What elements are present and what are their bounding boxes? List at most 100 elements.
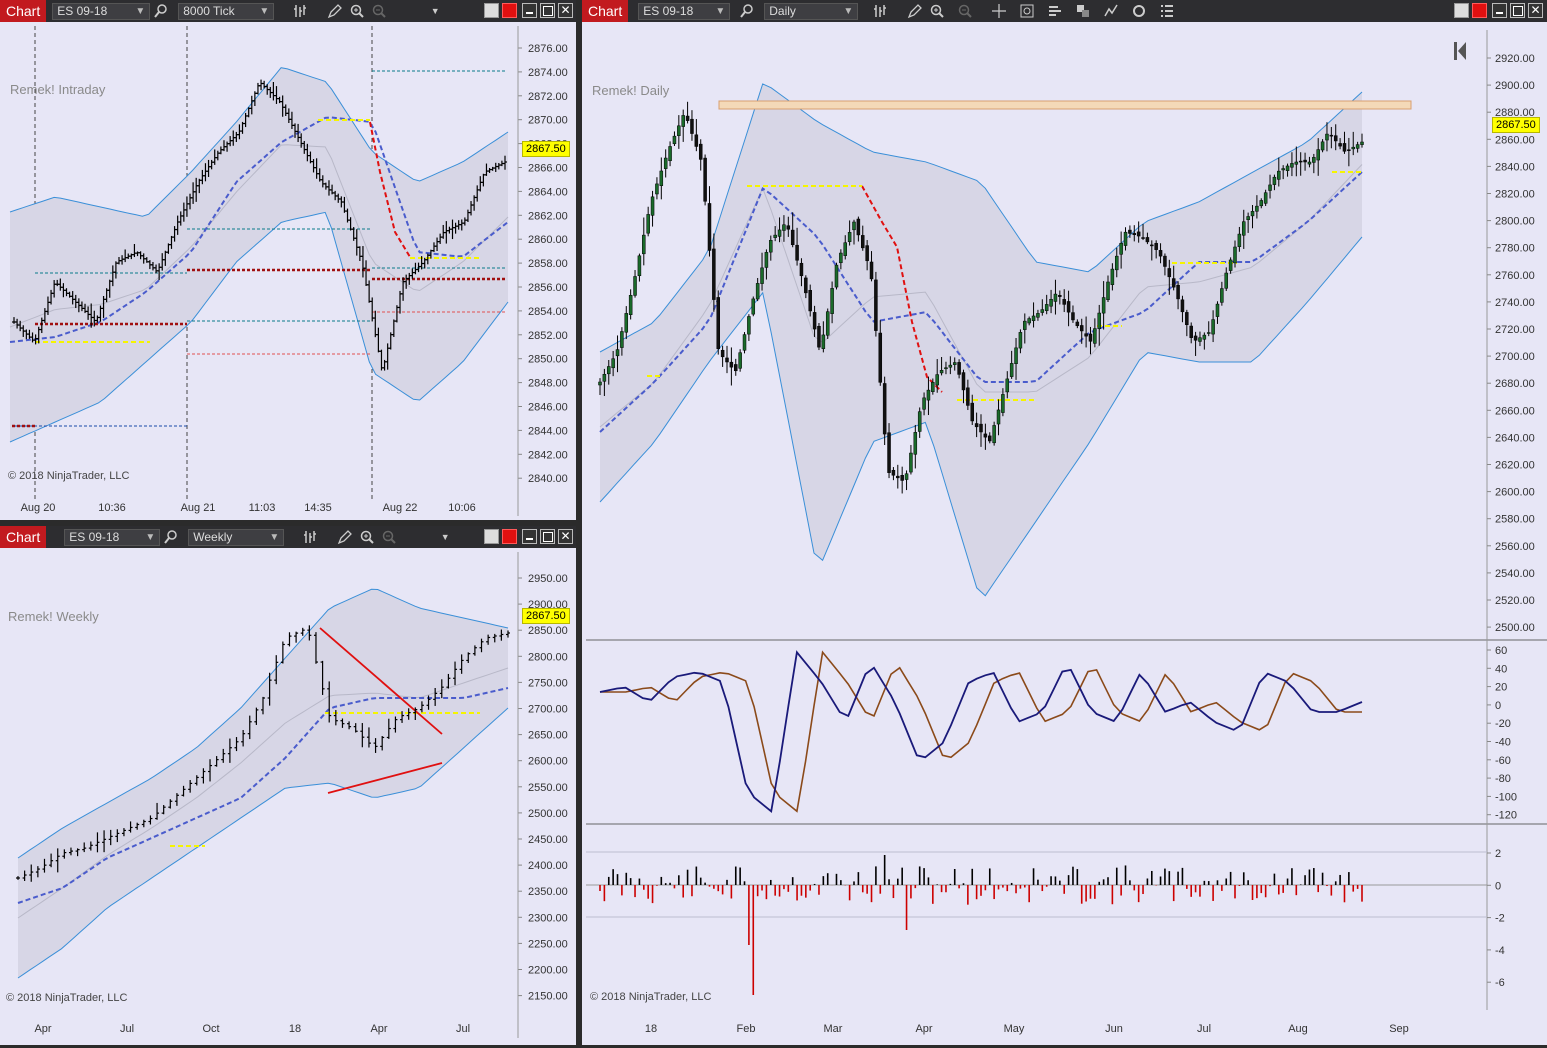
drawing-pencil-icon[interactable] bbox=[324, 0, 346, 22]
link-color-red-button[interactable] bbox=[502, 529, 517, 544]
maximize-button[interactable] bbox=[540, 3, 555, 18]
y-tick-label: 2660.00 bbox=[1495, 405, 1535, 417]
daily-plot[interactable]: 2920.00 2900.00 2880.00 2860.00 2840.00 2820.… bbox=[582, 22, 1547, 1045]
period-selector[interactable]: 8000 Tick ▼ bbox=[178, 2, 275, 20]
price-candle bbox=[852, 221, 856, 231]
price-candle bbox=[685, 115, 690, 121]
price-candle bbox=[637, 255, 642, 277]
zoom-out-icon[interactable] bbox=[378, 526, 400, 548]
price-candle bbox=[1355, 144, 1360, 149]
copyright: © 2018 NinjaTrader, LLC bbox=[8, 470, 130, 482]
price-candle bbox=[1338, 143, 1342, 147]
window-menu-icon[interactable]: ▼ bbox=[434, 526, 456, 548]
price-candle bbox=[913, 432, 918, 455]
price-candle bbox=[598, 381, 602, 386]
period-selector[interactable]: Daily ▼ bbox=[764, 2, 859, 20]
search-icon[interactable] bbox=[736, 0, 758, 22]
price-candle bbox=[747, 316, 751, 335]
close-button[interactable]: ✕ bbox=[1528, 3, 1543, 18]
price-candle bbox=[1005, 378, 1010, 393]
data-box-icon[interactable] bbox=[1016, 0, 1038, 22]
osc-tick-label: -100 bbox=[1495, 791, 1517, 803]
zoom-out-icon[interactable] bbox=[954, 0, 976, 22]
chart-tab[interactable]: Chart bbox=[0, 526, 47, 548]
search-icon[interactable] bbox=[160, 526, 182, 548]
crosshair-icon[interactable] bbox=[988, 0, 1010, 22]
list-icon[interactable] bbox=[1156, 0, 1178, 22]
minimize-button[interactable] bbox=[522, 529, 537, 544]
price-candle bbox=[1145, 237, 1150, 243]
price-candle bbox=[1206, 332, 1211, 334]
period-selector[interactable]: Weekly ▼ bbox=[188, 528, 285, 546]
zoom-in-icon[interactable] bbox=[346, 0, 368, 22]
price-candle bbox=[1237, 233, 1242, 247]
y-tick-label: 2860.00 bbox=[528, 234, 568, 246]
properties-icon[interactable] bbox=[1044, 0, 1066, 22]
x-tick-label: 10:06 bbox=[448, 502, 476, 514]
price-candle bbox=[1053, 293, 1058, 302]
window-menu-icon[interactable]: ▼ bbox=[424, 0, 446, 22]
scroll-to-end-icon[interactable] bbox=[1452, 40, 1468, 62]
drawing-pencil-icon[interactable] bbox=[334, 526, 356, 548]
link-color-red-button[interactable] bbox=[502, 3, 517, 18]
chart-tab[interactable]: Chart bbox=[582, 0, 629, 22]
x-tick-label: Apr bbox=[915, 1023, 932, 1035]
zoom-in-icon[interactable] bbox=[356, 526, 378, 548]
minimize-button[interactable] bbox=[522, 3, 537, 18]
last-price-marker: 2867.50 bbox=[522, 141, 570, 157]
y-tick-label: 2700.00 bbox=[1495, 351, 1535, 363]
templates-icon[interactable] bbox=[1072, 0, 1094, 22]
instrument-selector[interactable]: ES 09-18 ▼ bbox=[64, 528, 161, 546]
maximize-button[interactable] bbox=[540, 529, 555, 544]
price-candle bbox=[1342, 143, 1347, 152]
y-tick-label: 2840.00 bbox=[1495, 161, 1535, 173]
x-tick-label: Apr bbox=[34, 1023, 51, 1035]
bar-type-icon[interactable] bbox=[870, 0, 892, 22]
x-tick-label: 14:35 bbox=[304, 502, 332, 514]
price-candle bbox=[668, 146, 672, 162]
close-button[interactable]: ✕ bbox=[558, 3, 573, 18]
strategies-icon[interactable] bbox=[1100, 0, 1122, 22]
instrument-selector[interactable]: ES 09-18 ▼ bbox=[52, 2, 151, 20]
price-candle bbox=[861, 235, 865, 249]
search-icon[interactable] bbox=[150, 0, 172, 22]
price-candle bbox=[1097, 312, 1101, 329]
bar-type-icon[interactable] bbox=[300, 526, 322, 548]
link-color-red-button[interactable] bbox=[1472, 3, 1487, 18]
price-candle bbox=[1325, 133, 1329, 141]
price-candle bbox=[1333, 135, 1338, 142]
y-tick-label: 2846.00 bbox=[528, 402, 568, 414]
link-color-button[interactable] bbox=[1454, 3, 1469, 18]
price-candle bbox=[1316, 149, 1320, 161]
y-tick-label: 2866.00 bbox=[528, 163, 568, 175]
drawing-pencil-icon[interactable] bbox=[904, 0, 926, 22]
price-candle bbox=[1285, 165, 1290, 171]
refresh-icon[interactable] bbox=[1128, 0, 1150, 22]
zoom-in-icon[interactable] bbox=[926, 0, 948, 22]
price-candle bbox=[786, 225, 791, 230]
close-button[interactable]: ✕ bbox=[558, 529, 573, 544]
indicator-title: Remek! Weekly bbox=[8, 609, 99, 624]
price-candle bbox=[1281, 168, 1285, 171]
link-color-button[interactable] bbox=[484, 529, 499, 544]
bar-type-icon[interactable] bbox=[290, 0, 312, 22]
price-candle bbox=[1071, 312, 1075, 321]
price-candle bbox=[1224, 272, 1228, 289]
chart-tab[interactable]: Chart bbox=[0, 0, 47, 22]
maximize-button[interactable] bbox=[1510, 3, 1525, 18]
price-candle bbox=[869, 261, 874, 280]
price-candle bbox=[650, 196, 655, 216]
zoom-out-icon[interactable] bbox=[368, 0, 390, 22]
osc-tick-label: -20 bbox=[1495, 718, 1511, 730]
price-candle bbox=[1027, 318, 1031, 324]
y-tick-label: 2300.00 bbox=[528, 912, 568, 924]
instrument-selector[interactable]: ES 09-18 ▼ bbox=[638, 2, 731, 20]
price-candle bbox=[1119, 242, 1123, 255]
link-color-button[interactable] bbox=[484, 3, 499, 18]
y-tick-label: 2520.00 bbox=[1495, 595, 1535, 607]
price-candle bbox=[1176, 284, 1180, 300]
price-candle bbox=[1079, 325, 1084, 332]
minimize-button[interactable] bbox=[1492, 3, 1507, 18]
weekly-toolbar: Chart ES 09-18 ▼ Weekly ▼ ▼ ✕ bbox=[0, 526, 576, 548]
y-tick-label: 2900.00 bbox=[1495, 80, 1535, 92]
